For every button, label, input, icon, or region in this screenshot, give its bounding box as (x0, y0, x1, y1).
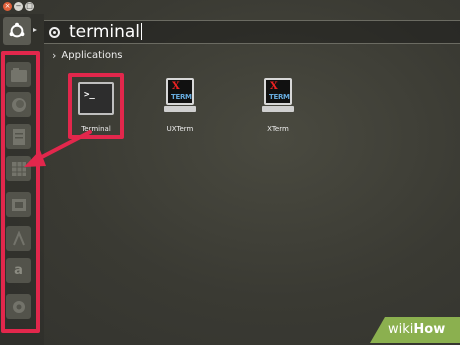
app-label: UXTerm (166, 125, 194, 133)
search-bar[interactable]: terminal (44, 20, 460, 44)
app-xterm[interactable]: X TERM XTerm (248, 78, 308, 144)
active-indicator-icon (33, 28, 37, 32)
text-caret (141, 23, 143, 40)
watermark-prefix: wiki (388, 322, 414, 337)
terminal-highlight-box (68, 73, 124, 139)
maximize-button[interactable]: □ (25, 2, 34, 11)
close-button[interactable]: × (3, 2, 12, 11)
app-label: XTerm (267, 125, 289, 133)
window-controls: × − □ (3, 2, 34, 11)
app-uxterm[interactable]: X TERM UXTerm (150, 78, 210, 144)
uxterm-icon: X TERM (164, 78, 196, 114)
ubuntu-logo-icon (9, 22, 25, 38)
launcher-highlight-box (1, 51, 40, 333)
minimize-button[interactable]: − (14, 2, 23, 11)
xterm-x-glyph: X (270, 81, 278, 92)
xterm-term-glyph: TERM (269, 93, 290, 101)
search-query: terminal (69, 22, 141, 42)
ubuntu-dash-button[interactable] (3, 17, 31, 45)
xterm-icon: X TERM (262, 78, 294, 114)
section-label: Applications (61, 50, 123, 61)
search-input[interactable]: terminal (69, 22, 143, 42)
wikihow-watermark: wikiHow (370, 317, 460, 343)
xterm-term-glyph: TERM (171, 93, 192, 101)
xterm-x-glyph: X (172, 81, 180, 92)
chevron-right-icon: › (52, 49, 57, 62)
search-icon (49, 27, 60, 38)
applications-section-header[interactable]: › Applications (52, 49, 123, 62)
watermark-suffix: How (413, 322, 446, 337)
